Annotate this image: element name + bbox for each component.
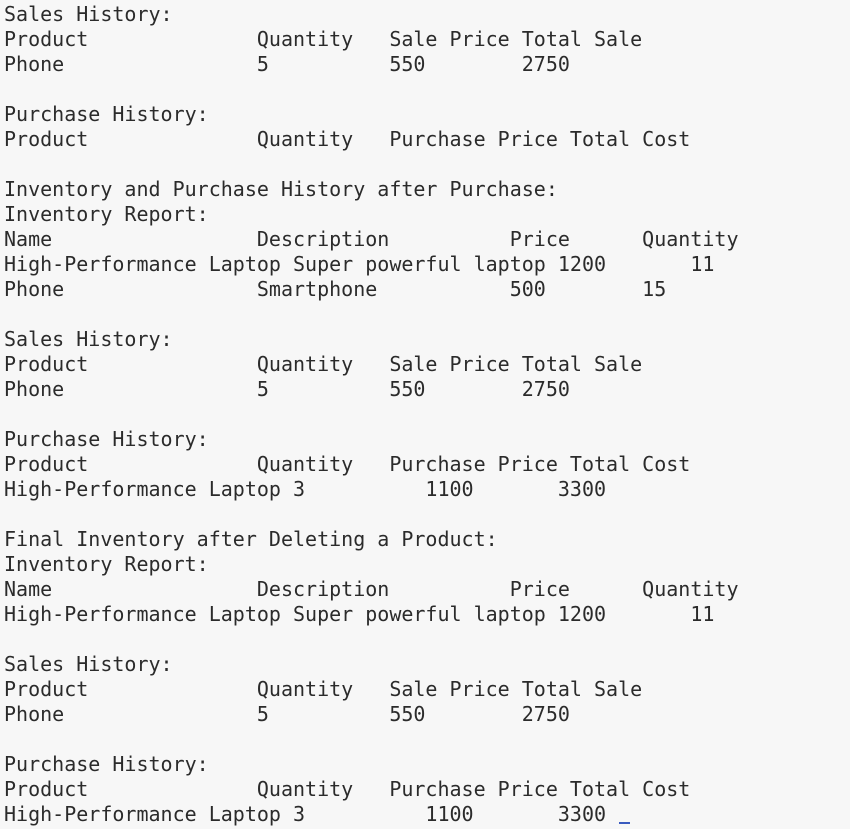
terminal-line: Purchase History: <box>4 427 209 451</box>
terminal-line: Inventory Report: <box>4 202 209 226</box>
terminal-line: High-Performance Laptop Super powerful l… <box>4 252 715 276</box>
terminal-line: Product Quantity Sale Price Total Sale <box>4 27 643 51</box>
terminal-line: Product Quantity Sale Price Total Sale <box>4 352 643 376</box>
terminal-line: Sales History: <box>4 2 173 26</box>
terminal-line: Product Quantity Purchase Price Total Co… <box>4 127 691 151</box>
terminal-line: Sales History: <box>4 327 173 351</box>
terminal-line: Product Quantity Sale Price Total Sale <box>4 677 643 701</box>
terminal-line: Name Description Price Quantity <box>4 577 739 601</box>
terminal-line: Phone 5 550 2750 <box>4 702 570 726</box>
terminal-line: Phone 5 550 2750 <box>4 52 570 76</box>
terminal-line: Purchase History: <box>4 102 209 126</box>
terminal-output[interactable]: Sales History: Product Quantity Sale Pri… <box>0 0 850 829</box>
terminal-line: Name Description Price Quantity <box>4 227 739 251</box>
terminal-line: Phone Smartphone 500 15 <box>4 277 667 301</box>
terminal-line: Phone 5 550 2750 <box>4 377 570 401</box>
terminal-line: High-Performance Laptop Super powerful l… <box>4 602 715 626</box>
terminal-line: Product Quantity Purchase Price Total Co… <box>4 452 691 476</box>
terminal-line: Final Inventory after Deleting a Product… <box>4 527 498 551</box>
terminal-prompt-line: High-Performance Laptop 3 1100 3300 <box>4 802 850 827</box>
terminal-line: Sales History: <box>4 652 173 676</box>
text-cursor <box>619 822 631 824</box>
terminal-line: Purchase History: <box>4 752 209 776</box>
terminal-line: Inventory Report: <box>4 552 209 576</box>
terminal-line: Product Quantity Purchase Price Total Co… <box>4 777 691 801</box>
terminal-line-text: High-Performance Laptop 3 1100 3300 <box>4 802 619 826</box>
terminal-line: Inventory and Purchase History after Pur… <box>4 177 558 201</box>
terminal-line: High-Performance Laptop 3 1100 3300 <box>4 477 607 501</box>
